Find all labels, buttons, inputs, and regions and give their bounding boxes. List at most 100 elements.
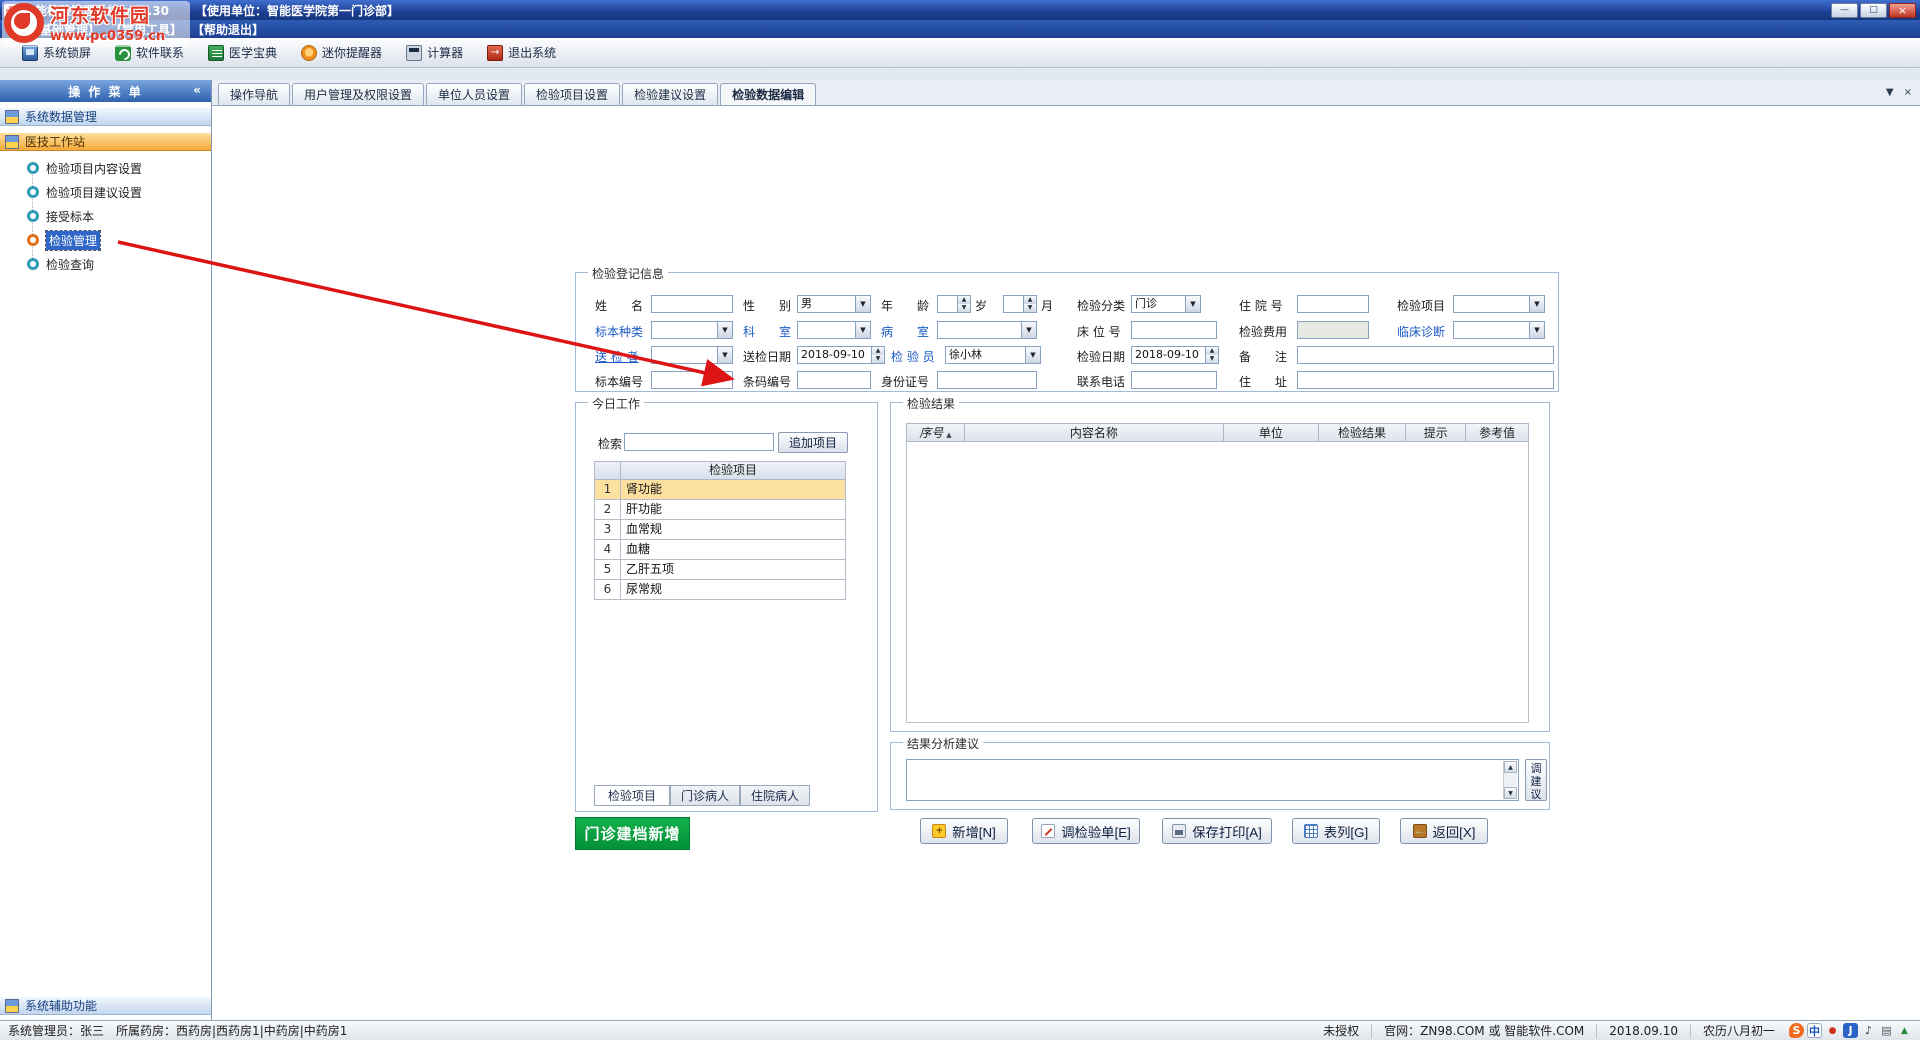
- age-year-stepper[interactable]: [937, 295, 971, 313]
- toolbar-medical-book-button[interactable]: 医学宝典: [202, 41, 283, 64]
- menu-help-exit[interactable]: 【帮助退出】: [190, 21, 266, 38]
- sidebar-group-medtech-station[interactable]: 医技工作站: [0, 132, 211, 151]
- ime-j-icon[interactable]: J: [1843, 1023, 1858, 1038]
- advice-group-title: 结果分析建议: [903, 735, 983, 752]
- table-row[interactable]: 2肝功能: [594, 500, 846, 520]
- today-tab-test-items[interactable]: 检验项目: [594, 785, 670, 806]
- table-row[interactable]: 1肾功能: [594, 480, 846, 500]
- sidebar-item-label: 检验项目内容设置: [46, 160, 142, 177]
- ward-select[interactable]: [937, 321, 1037, 339]
- tab-unit-staff[interactable]: 单位人员设置: [426, 83, 522, 105]
- sidebar-item-test-item-content[interactable]: 检验项目内容设置: [27, 158, 142, 178]
- status-pharmacy: 所属药房：西药房|西药房1|中药房|中药房1: [116, 1022, 347, 1039]
- append-item-button[interactable]: 追加项目: [778, 432, 848, 453]
- advice-scrollbar[interactable]: [1503, 761, 1517, 799]
- tab-test-data-edit[interactable]: 检验数据编辑: [720, 83, 816, 105]
- tab-test-item-setting[interactable]: 检验项目设置: [524, 83, 620, 105]
- sidebar-item-test-item-advice[interactable]: 检验项目建议设置: [27, 182, 142, 202]
- name-input[interactable]: [651, 295, 733, 313]
- sound-icon[interactable]: ♪: [1861, 1023, 1876, 1038]
- watermark-texts: 河东软件园 www.pc0359.cn: [50, 1, 165, 44]
- app-window: 智能检验管理系统 v68.30 【使用单位：智能医学院第一门诊部】 — □ × …: [0, 0, 1920, 1040]
- save-print-button[interactable]: 保存打印[A]: [1162, 818, 1272, 844]
- category-select[interactable]: 门诊: [1131, 295, 1201, 313]
- specimen-type-select[interactable]: [651, 321, 733, 339]
- tab-close-icon[interactable]: ×: [1904, 87, 1912, 98]
- pull-order-button[interactable]: 调检验单[E]: [1032, 818, 1140, 844]
- pull-advice-button[interactable]: 调建议: [1525, 759, 1547, 801]
- table-row[interactable]: 4血糖: [594, 540, 846, 560]
- sidebar-collapse-button[interactable]: «: [190, 82, 206, 99]
- test-date-spinner[interactable]: 2018-09-10: [1131, 346, 1219, 364]
- category-value: 门诊: [1132, 296, 1185, 312]
- watermark-site-url: www.pc0359.cn: [50, 29, 165, 44]
- table-row[interactable]: 6尿常规: [594, 580, 846, 600]
- col-序号[interactable]: 序号: [907, 424, 965, 441]
- col-检验结果[interactable]: 检验结果: [1319, 424, 1407, 441]
- idcard-input[interactable]: [937, 371, 1037, 389]
- table-row[interactable]: 3血常规: [594, 520, 846, 540]
- age-month-stepper[interactable]: [1003, 295, 1037, 313]
- sidebar-group-system-data[interactable]: 系统数据管理: [0, 107, 211, 126]
- tab-operation-nav[interactable]: 操作导航: [218, 83, 290, 105]
- test-item-select[interactable]: [1453, 295, 1545, 313]
- outpatient-new-record-button[interactable]: 门诊建档新增: [575, 817, 690, 850]
- return-button[interactable]: 返回[X]: [1400, 818, 1488, 844]
- toolbar-exit-system-button[interactable]: 退出系统: [481, 41, 562, 64]
- toolbar-mini-reminder-button[interactable]: 迷你提醒器: [295, 41, 388, 64]
- chevron-down-icon: [1021, 322, 1036, 338]
- chinese-input-icon[interactable]: 中: [1807, 1023, 1822, 1038]
- col-提示[interactable]: 提示: [1406, 424, 1466, 441]
- tab-user-rights[interactable]: 用户管理及权限设置: [292, 83, 424, 105]
- sogou-input-icon[interactable]: S: [1789, 1023, 1804, 1038]
- chevron-down-icon: [855, 296, 870, 312]
- maximize-button[interactable]: □: [1860, 3, 1887, 18]
- record-dot-icon[interactable]: ●: [1825, 1023, 1840, 1038]
- phone-input[interactable]: [1131, 371, 1217, 389]
- address-input[interactable]: [1297, 371, 1554, 389]
- today-tab-outpatient[interactable]: 门诊病人: [670, 785, 740, 806]
- results-groupbox: 检验结果 序号 内容名称 单位 检验结果 提示 参考值: [890, 402, 1550, 732]
- inpatient-no-input[interactable]: [1297, 295, 1369, 313]
- gender-value: 男: [798, 296, 855, 312]
- gender-select[interactable]: 男: [797, 295, 871, 313]
- bed-no-input[interactable]: [1131, 321, 1217, 339]
- button-label: 返回[X]: [1433, 822, 1476, 841]
- search-label: 检索: [598, 436, 622, 452]
- tab-list-dropdown-icon[interactable]: ▼: [1886, 87, 1894, 98]
- table-list-button[interactable]: 表列[G]: [1292, 818, 1380, 844]
- reminder-icon: [301, 45, 317, 61]
- sidebar-item-accept-specimen[interactable]: 接受标本: [27, 206, 94, 226]
- today-tab-inpatient[interactable]: 住院病人: [740, 785, 810, 806]
- minimize-button[interactable]: —: [1831, 3, 1858, 18]
- sender-select[interactable]: [651, 346, 733, 364]
- search-input[interactable]: [624, 433, 774, 451]
- tab-test-advice-setting[interactable]: 检验建议设置: [622, 83, 718, 105]
- close-button[interactable]: ×: [1889, 3, 1916, 18]
- send-date-spinner[interactable]: 2018-09-10: [797, 346, 885, 364]
- tester-select[interactable]: 徐小林: [945, 346, 1041, 364]
- menubar: 【基础管理】 【常用工具】 【帮助退出】: [0, 20, 1920, 38]
- sidebar-group-system-assist[interactable]: 系统辅助功能: [0, 996, 211, 1015]
- advice-textarea[interactable]: [906, 759, 1519, 801]
- diagnosis-select[interactable]: [1453, 321, 1545, 339]
- col-参考值[interactable]: 参考值: [1466, 424, 1528, 441]
- arrow-up-icon[interactable]: ▲: [1897, 1023, 1912, 1038]
- tester-label: 检 验 员: [891, 349, 935, 365]
- keyboard-icon[interactable]: ▤: [1879, 1023, 1894, 1038]
- col-单位[interactable]: 单位: [1224, 424, 1319, 441]
- specimen-no-input[interactable]: [651, 371, 733, 389]
- table-row[interactable]: 5乙肝五项: [594, 560, 846, 580]
- remark-input[interactable]: [1297, 346, 1554, 364]
- barcode-input[interactable]: [797, 371, 871, 389]
- sidebar-item-test-query[interactable]: 检验查询: [27, 254, 94, 274]
- toolbar-calculator-button[interactable]: 计算器: [400, 41, 469, 64]
- dept-select[interactable]: [797, 321, 871, 339]
- fee-input: [1297, 321, 1369, 339]
- tester-value: 徐小林: [946, 347, 1025, 363]
- tree-node-icon: [27, 186, 39, 198]
- col-内容名称[interactable]: 内容名称: [965, 424, 1224, 441]
- new-button[interactable]: 新增[N]: [920, 818, 1008, 844]
- sidebar-item-test-manage[interactable]: 检验管理: [27, 230, 100, 250]
- status-divider: [1371, 1024, 1372, 1038]
